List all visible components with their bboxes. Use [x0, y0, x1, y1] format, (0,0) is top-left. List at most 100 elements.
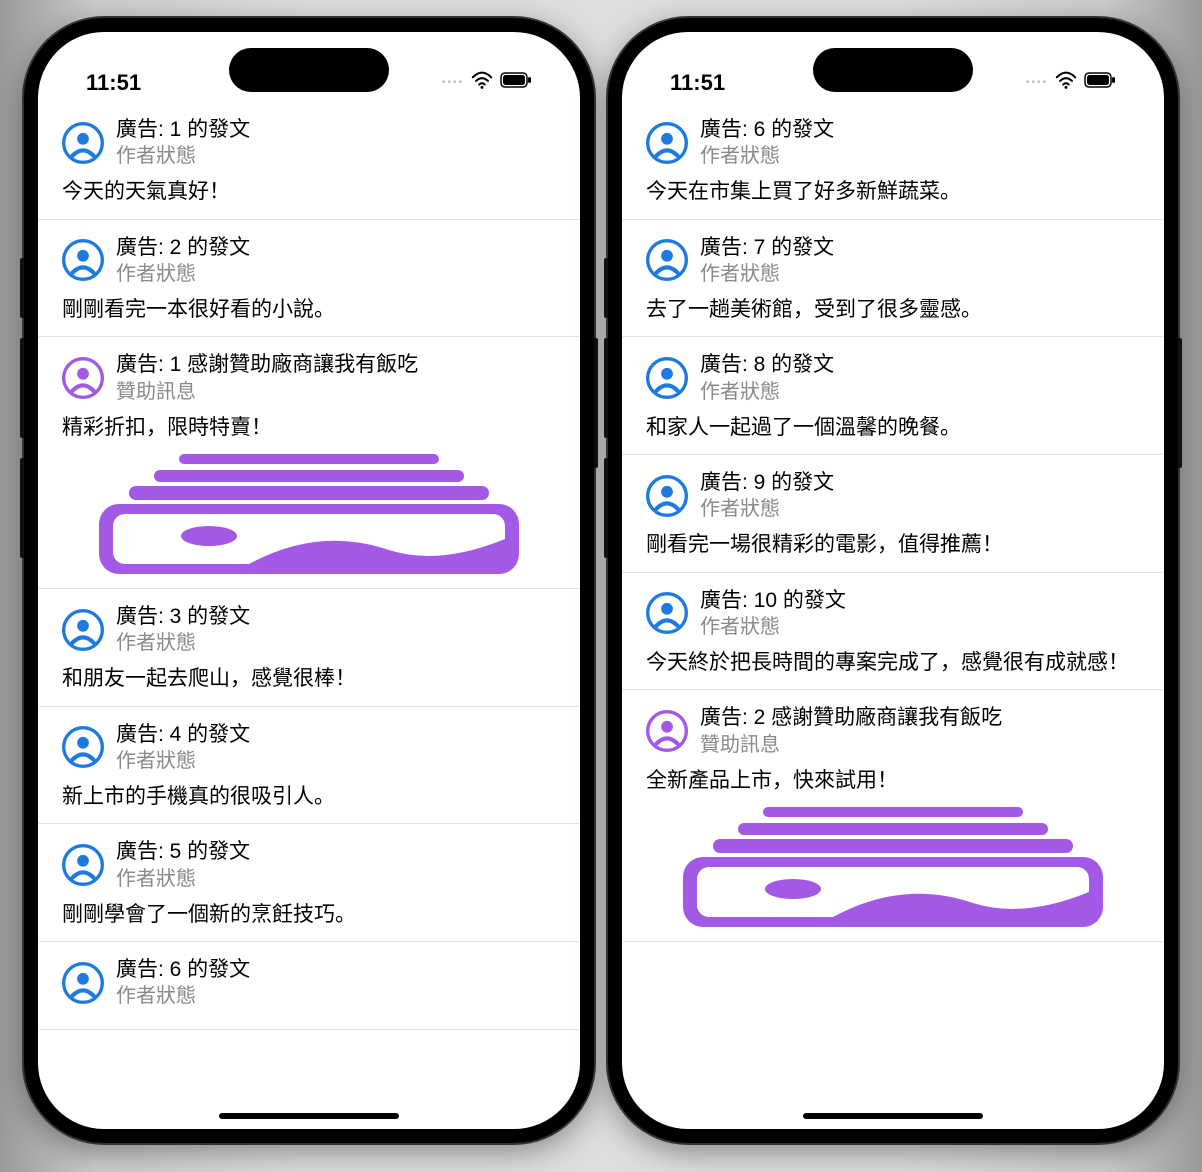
home-indicator[interactable] — [219, 1113, 399, 1119]
cell-meta: 廣告: 6 的發文作者狀態 — [700, 116, 834, 169]
cell-header: 廣告: 9 的發文作者狀態 — [646, 469, 1140, 522]
cell-title: 廣告: 4 的發文 — [116, 721, 250, 748]
avatar-icon — [646, 122, 688, 164]
avatar-icon — [646, 357, 688, 399]
cell-title: 廣告: 1 感謝贊助廠商讓我有飯吃 — [116, 351, 418, 378]
cell-title: 廣告: 6 的發文 — [116, 956, 250, 983]
sponsor-image-icon — [642, 807, 1144, 927]
status-time: 11:51 — [670, 70, 725, 96]
cell-subtitle: 作者狀態 — [700, 379, 834, 405]
cell-header: 廣告: 5 的發文作者狀態 — [62, 838, 556, 891]
cell-body: 今天的天氣真好！ — [62, 177, 556, 206]
cell-subtitle: 作者狀態 — [700, 614, 846, 640]
cell-subtitle: 贊助訊息 — [116, 379, 418, 405]
cell-body: 剛剛看完一本很好看的小說。 — [62, 295, 556, 324]
cell-body: 今天在市集上買了好多新鮮蔬菜。 — [646, 177, 1140, 206]
post-cell[interactable]: 廣告: 3 的發文作者狀態和朋友一起去爬山，感覺很棒！ — [38, 589, 580, 707]
cell-subtitle: 作者狀態 — [700, 261, 834, 287]
battery-icon — [500, 72, 532, 93]
cell-meta: 廣告: 10 的發文作者狀態 — [700, 587, 846, 640]
post-cell[interactable]: 廣告: 9 的發文作者狀態剛看完一場很精彩的電影，值得推薦！ — [622, 455, 1164, 573]
device-frame-left: 11:51 •••• 廣告: 1 的發文作者狀態今天的天氣真好！廣告: 2 的發… — [24, 18, 594, 1143]
cell-meta: 廣告: 1 的發文作者狀態 — [116, 116, 250, 169]
cell-header: 廣告: 6 的發文作者狀態 — [62, 956, 556, 1009]
post-cell[interactable]: 廣告: 4 的發文作者狀態新上市的手機真的很吸引人。 — [38, 707, 580, 825]
cell-body: 和家人一起過了一個溫馨的晚餐。 — [646, 413, 1140, 442]
cell-title: 廣告: 1 的發文 — [116, 116, 250, 143]
avatar-icon — [62, 122, 104, 164]
cell-body: 去了一趟美術館，受到了很多靈感。 — [646, 295, 1140, 324]
cell-title: 廣告: 2 的發文 — [116, 234, 250, 261]
cell-title: 廣告: 5 的發文 — [116, 838, 250, 865]
cell-subtitle: 作者狀態 — [116, 983, 250, 1009]
cell-title: 廣告: 9 的發文 — [700, 469, 834, 496]
cell-meta: 廣告: 8 的發文作者狀態 — [700, 351, 834, 404]
avatar-icon — [62, 609, 104, 651]
post-cell[interactable]: 廣告: 2 的發文作者狀態剛剛看完一本很好看的小說。 — [38, 220, 580, 338]
feed-scrollview[interactable]: 廣告: 6 的發文作者狀態今天在市集上買了好多新鮮蔬菜。廣告: 7 的發文作者狀… — [622, 102, 1164, 1129]
cell-body: 全新產品上市，快來試用！ — [646, 766, 1140, 795]
cell-subtitle: 贊助訊息 — [700, 732, 1002, 758]
avatar-icon — [646, 475, 688, 517]
cellular-dots: •••• — [1026, 77, 1048, 88]
feed-scrollview[interactable]: 廣告: 1 的發文作者狀態今天的天氣真好！廣告: 2 的發文作者狀態剛剛看完一本… — [38, 102, 580, 1129]
cell-title: 廣告: 10 的發文 — [700, 587, 846, 614]
cellular-dots: •••• — [442, 77, 464, 88]
cell-header: 廣告: 4 的發文作者狀態 — [62, 721, 556, 774]
sponsor-image-icon — [58, 454, 560, 574]
post-cell[interactable]: 廣告: 6 的發文作者狀態 — [38, 942, 580, 1030]
wifi-icon — [471, 69, 493, 96]
cell-meta: 廣告: 3 的發文作者狀態 — [116, 603, 250, 656]
post-cell[interactable]: 廣告: 7 的發文作者狀態去了一趟美術館，受到了很多靈感。 — [622, 220, 1164, 338]
cell-body: 剛看完一場很精彩的電影，值得推薦！ — [646, 530, 1140, 559]
cell-title: 廣告: 6 的發文 — [700, 116, 834, 143]
avatar-icon — [646, 239, 688, 281]
cell-meta: 廣告: 4 的發文作者狀態 — [116, 721, 250, 774]
cell-title: 廣告: 8 的發文 — [700, 351, 834, 378]
avatar-icon — [646, 592, 688, 634]
cell-header: 廣告: 2 的發文作者狀態 — [62, 234, 556, 287]
post-cell[interactable]: 廣告: 6 的發文作者狀態今天在市集上買了好多新鮮蔬菜。 — [622, 102, 1164, 220]
cell-header: 廣告: 7 的發文作者狀態 — [646, 234, 1140, 287]
cell-subtitle: 作者狀態 — [700, 496, 834, 522]
cell-meta: 廣告: 5 的發文作者狀態 — [116, 838, 250, 891]
cell-meta: 廣告: 7 的發文作者狀態 — [700, 234, 834, 287]
post-cell[interactable]: 廣告: 10 的發文作者狀態今天終於把長時間的專案完成了，感覺很有成就感！ — [622, 573, 1164, 691]
cell-meta: 廣告: 2 的發文作者狀態 — [116, 234, 250, 287]
wifi-icon — [1055, 69, 1077, 96]
cell-subtitle: 作者狀態 — [116, 630, 250, 656]
cell-title: 廣告: 3 的發文 — [116, 603, 250, 630]
avatar-icon — [62, 239, 104, 281]
cell-title: 廣告: 7 的發文 — [700, 234, 834, 261]
cell-subtitle: 作者狀態 — [700, 143, 834, 169]
sponsor-cell[interactable]: 廣告: 1 感謝贊助廠商讓我有飯吃贊助訊息精彩折扣，限時特賣！ — [38, 337, 580, 589]
post-cell[interactable]: 廣告: 1 的發文作者狀態今天的天氣真好！ — [38, 102, 580, 220]
post-cell[interactable]: 廣告: 8 的發文作者狀態和家人一起過了一個溫馨的晚餐。 — [622, 337, 1164, 455]
cell-meta: 廣告: 6 的發文作者狀態 — [116, 956, 250, 1009]
avatar-icon — [646, 710, 688, 752]
cell-body: 新上市的手機真的很吸引人。 — [62, 782, 556, 811]
screen: 11:51 •••• 廣告: 1 的發文作者狀態今天的天氣真好！廣告: 2 的發… — [38, 32, 580, 1129]
cell-header: 廣告: 6 的發文作者狀態 — [646, 116, 1140, 169]
sponsor-cell[interactable]: 廣告: 2 感謝贊助廠商讓我有飯吃贊助訊息全新產品上市，快來試用！ — [622, 690, 1164, 942]
cell-body: 今天終於把長時間的專案完成了，感覺很有成就感！ — [646, 648, 1140, 677]
cell-header: 廣告: 1 的發文作者狀態 — [62, 116, 556, 169]
cell-header: 廣告: 10 的發文作者狀態 — [646, 587, 1140, 640]
screen: 11:51 •••• 廣告: 6 的發文作者狀態今天在市集上買了好多新鮮蔬菜。廣… — [622, 32, 1164, 1129]
avatar-icon — [62, 962, 104, 1004]
cell-body: 和朋友一起去爬山，感覺很棒！ — [62, 664, 556, 693]
avatar-icon — [62, 844, 104, 886]
home-indicator[interactable] — [803, 1113, 983, 1119]
cell-header: 廣告: 3 的發文作者狀態 — [62, 603, 556, 656]
dynamic-island — [229, 48, 389, 92]
cell-subtitle: 作者狀態 — [116, 866, 250, 892]
cell-header: 廣告: 1 感謝贊助廠商讓我有飯吃贊助訊息 — [62, 351, 556, 404]
dynamic-island — [813, 48, 973, 92]
cell-body: 精彩折扣，限時特賣！ — [62, 413, 556, 442]
post-cell[interactable]: 廣告: 5 的發文作者狀態剛剛學會了一個新的烹飪技巧。 — [38, 824, 580, 942]
status-time: 11:51 — [86, 70, 141, 96]
cell-subtitle: 作者狀態 — [116, 143, 250, 169]
cell-subtitle: 作者狀態 — [116, 261, 250, 287]
cell-meta: 廣告: 9 的發文作者狀態 — [700, 469, 834, 522]
cell-header: 廣告: 2 感謝贊助廠商讓我有飯吃贊助訊息 — [646, 704, 1140, 757]
